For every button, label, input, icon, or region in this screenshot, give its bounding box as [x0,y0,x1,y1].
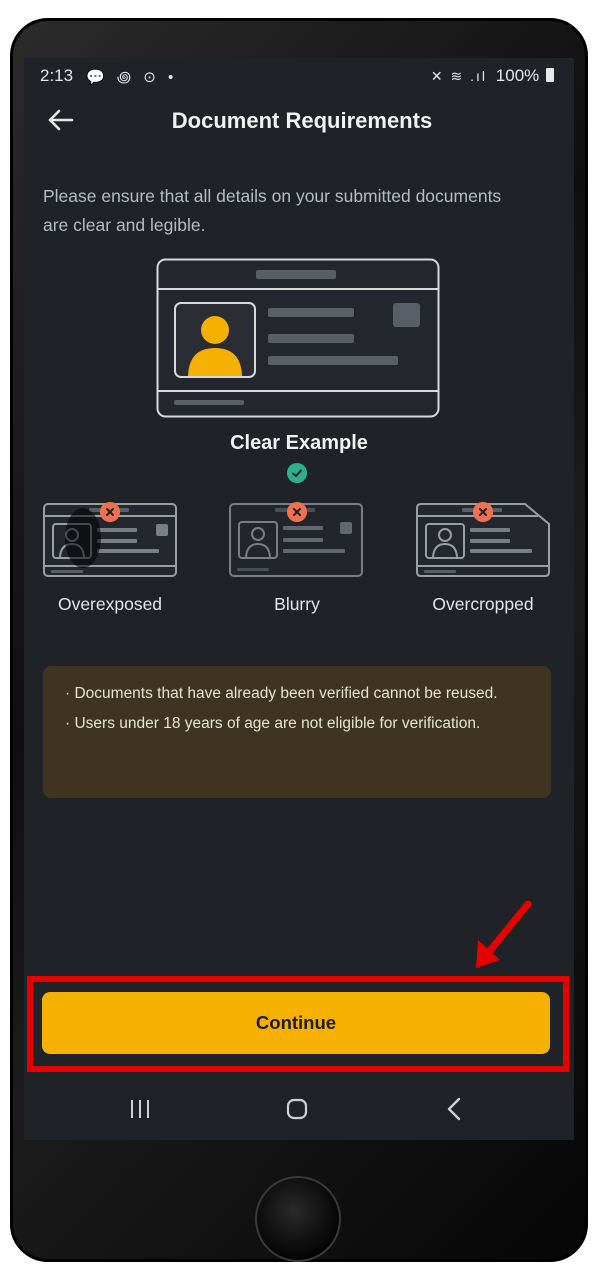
example-blurry: Blurry [212,502,382,642]
home-icon[interactable] [286,1098,308,1120]
status-bar: 2:13 💬 ꩜ ⊙ • ✕ ≋ .ıl 100% [24,58,574,94]
red-arrow-annotation [476,900,532,968]
x-icon [100,502,120,522]
continue-button[interactable]: Continue [42,992,550,1054]
status-right: ✕ ≋ .ıl 100% [431,66,554,86]
x-icon [473,502,493,522]
example-overexposed: Overexposed [25,502,195,642]
recents-icon[interactable] [128,1098,152,1120]
notice-box: · Documents that have already been verif… [43,666,551,798]
overcropped-label: Overcropped [432,594,534,614]
page-title: Document Requirements [171,108,433,133]
battery-icon [546,68,554,82]
notice-item: · Users under 18 years of age are not el… [65,715,481,732]
app-header: Document Requirements [24,98,574,142]
notification-icons: 💬 ꩜ ⊙ • [86,69,178,86]
status-time: 2:13 [40,66,74,85]
system-nav-bar [24,1080,574,1140]
check-icon [287,463,307,483]
hardware-home-button[interactable] [255,1176,341,1262]
signal-icons: ✕ ≋ .ıl [430,68,488,84]
intro-text: Please ensure that all details on your s… [43,186,502,235]
x-icon [287,502,307,522]
example-overcropped: Overcropped [398,502,568,642]
notice-item: · Documents that have already been verif… [65,685,498,702]
battery-level: 100% [495,66,540,85]
phone-screen: 2:13 💬 ꩜ ⊙ • ✕ ≋ .ıl 100% Document Requi… [24,58,574,1140]
clear-example-label: Clear Example [230,432,368,454]
clear-document-illustration [156,258,440,418]
overexposed-label: Overexposed [57,594,163,614]
blurry-label: Blurry [274,594,320,614]
chevron-left-icon[interactable] [444,1096,464,1122]
